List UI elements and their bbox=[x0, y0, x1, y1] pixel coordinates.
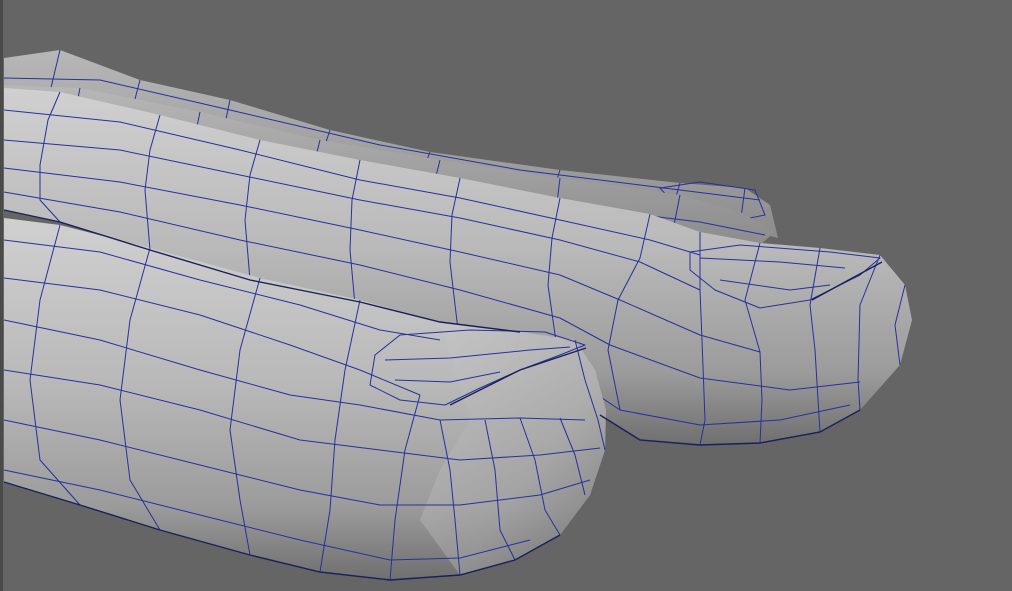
toes-mesh[interactable] bbox=[0, 0, 1012, 591]
3d-viewport[interactable] bbox=[0, 0, 1012, 591]
